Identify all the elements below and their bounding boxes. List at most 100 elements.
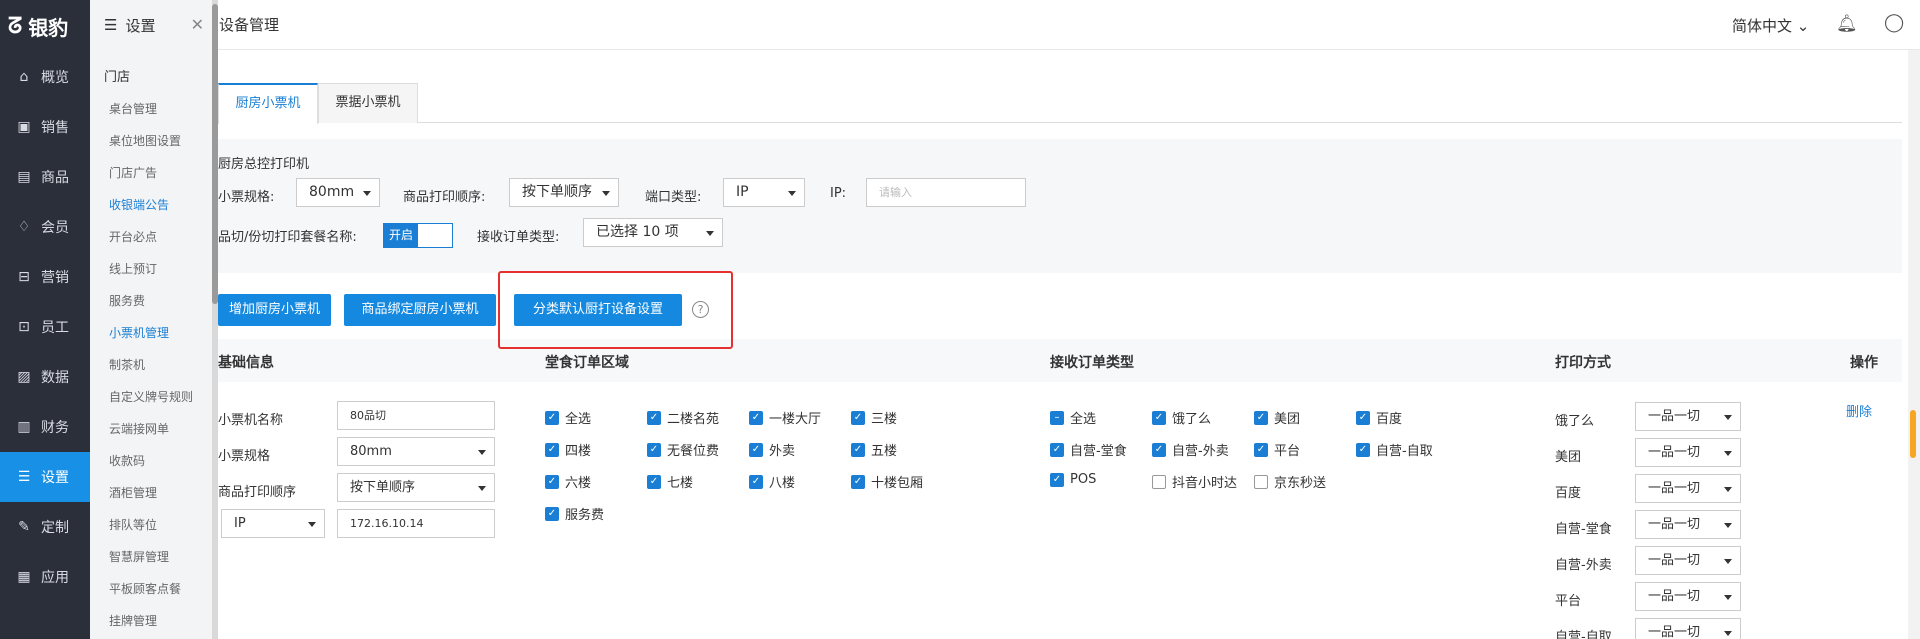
sliders-icon: ☰: [104, 16, 118, 34]
submenu-item[interactable]: 线上预订: [90, 253, 216, 285]
checkbox-option[interactable]: 抖音小时达: [1152, 472, 1237, 491]
add-kitchen-printer-button[interactable]: 增加厨房小票机: [218, 294, 331, 326]
submenu-item[interactable]: 排队等位: [90, 509, 216, 541]
checkbox-option[interactable]: ✓ 自营-自取: [1356, 440, 1433, 459]
delete-link[interactable]: 删除: [1846, 401, 1872, 420]
nav-item-label: 商品: [41, 170, 69, 186]
checkbox-option[interactable]: ✓ 二楼名苑: [647, 408, 719, 427]
checkbox-option[interactable]: ✓ 四楼: [545, 440, 591, 459]
submenu-item[interactable]: 智慧屏管理: [90, 541, 216, 573]
printer-name-input[interactable]: 80品切: [337, 401, 495, 430]
port-type-select[interactable]: IP: [723, 178, 805, 207]
member-icon: ♢: [17, 219, 31, 235]
checkbox-option[interactable]: ✓ POS: [1050, 472, 1096, 487]
submenu-item[interactable]: 小票机管理: [90, 317, 216, 349]
checkbox-icon: ✓: [851, 442, 865, 457]
submenu-item[interactable]: 开台必点: [90, 221, 216, 253]
nav-item[interactable]: ⌂ 概览: [0, 52, 90, 102]
nav-item[interactable]: ▣ 销售: [0, 102, 90, 152]
checkbox-icon: ✓: [1050, 472, 1064, 487]
print-mode-select[interactable]: 一品一切: [1635, 474, 1741, 503]
checkbox-option[interactable]: ✓ 自营-外卖: [1152, 440, 1229, 459]
checkbox-option[interactable]: ✓ 服务费: [545, 504, 604, 523]
checkbox-option[interactable]: ✓ 五楼: [851, 440, 897, 459]
checkbox-label: 全选: [1070, 412, 1097, 427]
finance-icon: ▥: [17, 419, 31, 435]
submenu-item[interactable]: 收款码: [90, 445, 216, 477]
checkbox-option[interactable]: 京东秒送: [1254, 472, 1326, 491]
checkbox-icon: ✓: [545, 506, 559, 521]
submenu-item[interactable]: 酒柜管理: [90, 477, 216, 509]
print-mode-select[interactable]: 一品一切: [1635, 402, 1741, 431]
close-icon[interactable]: ✕: [191, 15, 204, 34]
settings-submenu: ☰ 设置 ✕ 门店 桌台管理 桌位地图设置 门店广告 收银端公告 开台必点 线上预订 服务费小…: [90, 0, 217, 639]
submenu-item[interactable]: 云端接网单: [90, 413, 216, 445]
nav-item[interactable]: ▨ 数据: [0, 352, 90, 402]
print-mode-select[interactable]: 一品一切: [1635, 618, 1741, 639]
nav-item[interactable]: ▥ 财务: [0, 402, 90, 452]
bind-goods-printer-button[interactable]: 商品绑定厨房小票机: [344, 294, 496, 326]
checkbox-option[interactable]: ✓ 七楼: [647, 472, 693, 491]
checkbox-option[interactable]: ✓ 外卖: [749, 440, 795, 459]
submenu-item[interactable]: 门店广告: [90, 157, 216, 189]
combo-print-toggle[interactable]: 开启: [383, 223, 453, 248]
print-mode-label: 饿了么: [1555, 414, 1595, 429]
tab-receipt-printer[interactable]: 票据小票机: [318, 83, 418, 123]
bell-icon[interactable]: 🔔︎: [1836, 14, 1858, 34]
checkbox-option[interactable]: ✓ 自营-堂食: [1050, 440, 1127, 459]
tab-kitchen-printer[interactable]: 厨房小票机: [218, 83, 318, 124]
print-mode-select[interactable]: 一品一切: [1635, 546, 1741, 575]
language-select[interactable]: 简体中文 ⌄: [1732, 15, 1809, 36]
submenu-item[interactable]: 桌位地图设置: [90, 125, 216, 157]
checkbox-option[interactable]: ✓ 全选: [545, 408, 591, 427]
checkbox-label: 无餐位费: [667, 444, 720, 459]
submenu-item[interactable]: 平板顾客点餐: [90, 573, 216, 605]
checkbox-option[interactable]: ✓ 八楼: [749, 472, 795, 491]
nav-item[interactable]: ⊡ 员工: [0, 302, 90, 352]
print-mode-select[interactable]: 一品一切: [1635, 510, 1741, 539]
checkbox-option[interactable]: ✓ 百度: [1356, 408, 1402, 427]
ip-input[interactable]: 请输入: [866, 178, 1026, 207]
print-order-select[interactable]: 按下单顺序: [509, 178, 619, 207]
row-order-select[interactable]: 按下单顺序: [337, 473, 495, 502]
submenu-item[interactable]: 服务费: [90, 285, 216, 317]
language-label: 简体中文: [1732, 17, 1793, 35]
checkbox-option[interactable]: ✓ 十楼包厢: [851, 472, 923, 491]
submenu-item[interactable]: 收银端公告: [90, 189, 216, 221]
main-nav: ᘔ 银豹 ⌂ 概览 ▣ 销售 ▤ 商品 ♢ 会员 ⊟ 营销 ⊡ 员工 ▨ 数据 ▥ 财务 ☰ 设置 ✎ 定制 ▦ 应用: [0, 0, 90, 639]
checkbox-option[interactable]: – 全选: [1050, 408, 1096, 427]
user-icon[interactable]: ◯: [1884, 12, 1904, 33]
nav-item[interactable]: ✎ 定制: [0, 502, 90, 552]
submenu-item[interactable]: 桌台管理: [90, 93, 216, 125]
checkbox-option[interactable]: ✓ 饿了么: [1152, 408, 1211, 427]
marketing-icon: ⊟: [18, 269, 30, 285]
nav-item[interactable]: ⊟ 营销: [0, 252, 90, 302]
checkbox-label: 自营-自取: [1376, 444, 1433, 459]
checkbox-label: 外卖: [769, 444, 796, 459]
checkbox-option[interactable]: ✓ 一楼大厅: [749, 408, 821, 427]
page-scrollbar[interactable]: [1908, 50, 1920, 639]
nav-item[interactable]: ☰ 设置: [0, 452, 90, 502]
row-port-select[interactable]: IP: [221, 509, 325, 538]
submenu-item[interactable]: 自定义牌号规则: [90, 381, 216, 413]
nav-item[interactable]: ♢ 会员: [0, 202, 90, 252]
submenu-item[interactable]: 制茶机: [90, 349, 216, 381]
checkbox-option[interactable]: ✓ 六楼: [545, 472, 591, 491]
print-mode-select[interactable]: 一品一切: [1635, 582, 1741, 611]
checkbox-icon: –: [1050, 410, 1064, 425]
order-type-select[interactable]: 已选择 10 项: [583, 218, 723, 247]
print-mode-select[interactable]: 一品一切: [1635, 438, 1741, 467]
printer-name-label: 小票机名称: [218, 413, 284, 428]
home-icon: ⌂: [19, 69, 29, 85]
checkbox-option[interactable]: ✓ 美团: [1254, 408, 1300, 427]
checkbox-option[interactable]: ✓ 平台: [1254, 440, 1300, 459]
checkbox-option[interactable]: ✓ 无餐位费: [647, 440, 719, 459]
row-spec-select[interactable]: 80mm: [337, 437, 495, 466]
ticket-spec-select[interactable]: 80mm: [296, 178, 380, 207]
checkbox-option[interactable]: ✓ 三楼: [851, 408, 897, 427]
nav-item[interactable]: ▤ 商品: [0, 152, 90, 202]
highlight-box: [498, 271, 733, 349]
submenu-item[interactable]: 挂牌管理: [90, 605, 216, 637]
row-ip-input[interactable]: 172.16.10.14: [337, 509, 495, 538]
nav-item[interactable]: ▦ 应用: [0, 552, 90, 602]
